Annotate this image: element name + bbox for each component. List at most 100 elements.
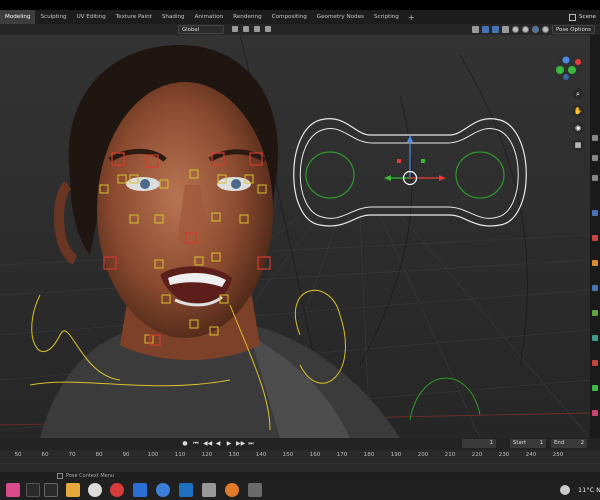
zoom-icon[interactable]: ⌕ bbox=[572, 88, 584, 100]
transform-orientation-dropdown[interactable]: Global bbox=[178, 24, 224, 34]
object-props-icon[interactable] bbox=[592, 260, 598, 266]
rendered-shading-icon[interactable] bbox=[542, 26, 549, 33]
snap-icon[interactable] bbox=[243, 26, 249, 32]
title-strip bbox=[0, 0, 600, 10]
scene-label: Scene bbox=[578, 14, 596, 20]
timeline-ruler[interactable] bbox=[0, 450, 600, 463]
timeline-tick: 210 bbox=[444, 452, 456, 458]
scene-props-icon[interactable] bbox=[592, 210, 598, 216]
camera-icon[interactable]: ◉ bbox=[572, 122, 584, 134]
add-workspace-button[interactable]: + bbox=[404, 13, 419, 22]
navigation-gizmo[interactable] bbox=[552, 53, 582, 83]
scene-selector[interactable]: Scene bbox=[564, 10, 600, 24]
timeline-tick: 160 bbox=[309, 452, 321, 458]
end-value: 2 bbox=[580, 440, 584, 446]
pivot-icon[interactable] bbox=[232, 26, 238, 32]
left-iris bbox=[140, 179, 150, 189]
tab-animation[interactable]: Animation bbox=[190, 10, 229, 24]
timeline-tick: 50 bbox=[14, 452, 22, 458]
timeline-tick: 80 bbox=[95, 452, 103, 458]
start-label: Start bbox=[513, 440, 527, 446]
constraint-props-icon[interactable] bbox=[592, 335, 598, 341]
snap-target-icon[interactable] bbox=[254, 26, 260, 32]
gizmo-toggle-icon[interactable] bbox=[482, 26, 489, 33]
data-props-icon[interactable] bbox=[592, 385, 598, 391]
status-context-menu: Pose Context Menu bbox=[66, 473, 115, 479]
timeline-tick: 250 bbox=[552, 452, 564, 458]
timeline-tick: 200 bbox=[417, 452, 429, 458]
modifier-props-icon[interactable] bbox=[592, 285, 598, 291]
play-reverse-icon[interactable]: ◀ bbox=[214, 440, 222, 448]
record-icon[interactable]: ● bbox=[181, 440, 189, 448]
blender-icon[interactable] bbox=[225, 483, 239, 497]
3d-viewport[interactable] bbox=[0, 35, 590, 438]
timeline-tick: 110 bbox=[174, 452, 186, 458]
jump-end-icon[interactable]: ⏭ bbox=[247, 440, 255, 448]
timeline-tick: 170 bbox=[336, 452, 348, 458]
opera-icon[interactable] bbox=[110, 483, 124, 497]
next-keyframe-icon[interactable]: ▶▶ bbox=[236, 440, 245, 448]
grid-icon[interactable]: ▦ bbox=[572, 139, 584, 151]
timeline-body[interactable] bbox=[0, 463, 600, 472]
material-props-icon[interactable] bbox=[592, 360, 598, 366]
c-app-icon[interactable] bbox=[156, 483, 170, 497]
app2-icon[interactable] bbox=[248, 483, 262, 497]
tab-modeling[interactable]: Modeling bbox=[0, 10, 36, 24]
proportional-edit-icon[interactable] bbox=[265, 26, 271, 32]
viewport-header-right: Pose Options bbox=[472, 24, 595, 35]
start-icon[interactable] bbox=[26, 483, 40, 497]
tab-geometry-nodes[interactable]: Geometry Nodes bbox=[312, 10, 369, 24]
mail-icon[interactable] bbox=[133, 483, 147, 497]
timeline-tick: 180 bbox=[363, 452, 375, 458]
tab-texture-paint[interactable]: Texture Paint bbox=[111, 10, 157, 24]
bone-props-icon[interactable] bbox=[592, 310, 598, 316]
file-explorer-icon[interactable] bbox=[66, 483, 80, 497]
end-frame-field[interactable]: End 2 bbox=[551, 439, 587, 448]
jump-start-icon[interactable]: ⏮ bbox=[192, 440, 200, 448]
weather-icon[interactable] bbox=[560, 485, 570, 495]
timeline-tick: 240 bbox=[525, 452, 537, 458]
timeline-tick: 130 bbox=[228, 452, 240, 458]
photos-icon[interactable] bbox=[179, 483, 193, 497]
solid-shading-icon[interactable] bbox=[522, 26, 529, 33]
render-icon[interactable] bbox=[592, 155, 598, 161]
task-view-icon[interactable] bbox=[44, 483, 58, 497]
pose-options-dropdown[interactable]: Pose Options bbox=[552, 25, 595, 34]
current-frame-field[interactable]: 1 bbox=[462, 439, 496, 448]
app-icon[interactable] bbox=[202, 483, 216, 497]
start-value: 1 bbox=[539, 440, 543, 446]
timeline-tick: 220 bbox=[471, 452, 483, 458]
material-shading-icon[interactable] bbox=[532, 26, 539, 33]
tab-rendering[interactable]: Rendering bbox=[228, 10, 267, 24]
blender-window: Modeling Sculpting UV Editing Texture Pa… bbox=[0, 0, 600, 500]
texture-props-icon[interactable] bbox=[592, 410, 598, 416]
start-frame-field[interactable]: Start 1 bbox=[510, 439, 546, 448]
workspace-tab-bar: Modeling Sculpting UV Editing Texture Pa… bbox=[0, 10, 600, 24]
tab-uv-editing[interactable]: UV Editing bbox=[72, 10, 111, 24]
timeline-tick: 70 bbox=[68, 452, 76, 458]
tab-scripting[interactable]: Scripting bbox=[369, 10, 404, 24]
wireframe-shading-icon[interactable] bbox=[512, 26, 519, 33]
timeline-tick: 60 bbox=[41, 452, 49, 458]
timeline-tick: 190 bbox=[390, 452, 402, 458]
hand-icon[interactable]: ✋ bbox=[572, 105, 584, 117]
timeline-tick: 140 bbox=[255, 452, 267, 458]
prev-keyframe-icon[interactable]: ◀◀ bbox=[203, 440, 212, 448]
overlay-toggle-icon[interactable] bbox=[492, 26, 499, 33]
timeline-tick: 230 bbox=[498, 452, 510, 458]
play-icon[interactable]: ▶ bbox=[225, 440, 233, 448]
header-tools bbox=[232, 26, 271, 32]
widget-icon[interactable] bbox=[6, 483, 20, 497]
timeline-tick: 120 bbox=[201, 452, 213, 458]
xray-icon[interactable] bbox=[502, 26, 509, 33]
tab-sculpting[interactable]: Sculpting bbox=[35, 10, 71, 24]
tab-compositing[interactable]: Compositing bbox=[267, 10, 312, 24]
tab-shading[interactable]: Shading bbox=[157, 10, 190, 24]
world-props-icon[interactable] bbox=[592, 235, 598, 241]
chrome-icon[interactable] bbox=[88, 483, 102, 497]
visibility-icon[interactable] bbox=[472, 26, 479, 33]
tool-icon[interactable] bbox=[592, 135, 598, 141]
orientation-label: Global bbox=[182, 26, 200, 33]
output-icon[interactable] bbox=[592, 175, 598, 181]
viewport-nav-buttons: ⌕ ✋ ◉ ▦ bbox=[572, 88, 584, 151]
